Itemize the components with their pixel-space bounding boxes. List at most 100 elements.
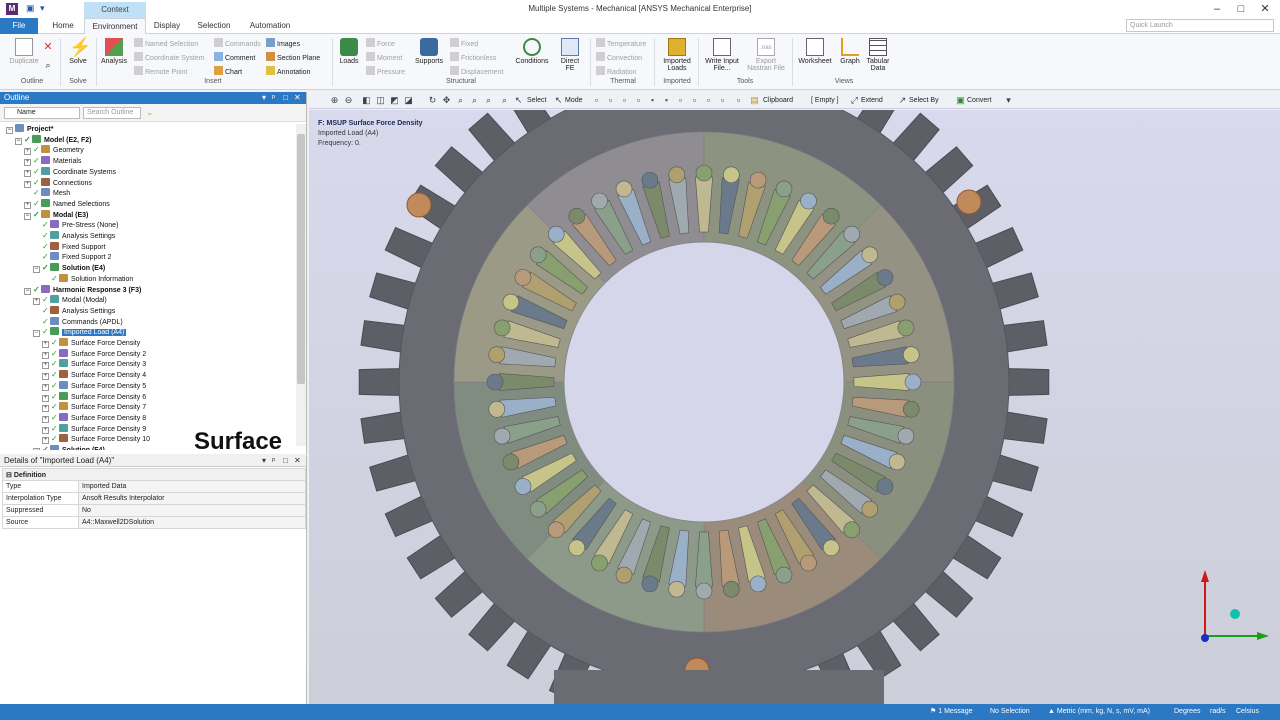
details-row[interactable]: Source A4::Maxwell2DSolution: [2, 516, 306, 529]
force-button[interactable]: Force: [366, 38, 395, 50]
temperature-units[interactable]: Celsius: [1236, 704, 1259, 720]
units-status[interactable]: ▲ Metric (mm, kg, N, s, mV, mA): [1048, 704, 1150, 720]
details-row[interactable]: Type Imported Data: [2, 480, 306, 493]
outline-scrollbar[interactable]: [296, 124, 306, 446]
motor-model[interactable]: [309, 110, 1280, 704]
pan-icon[interactable]: ✥: [441, 95, 452, 106]
tree-item[interactable]: + ✓ Surface Force Density 7: [42, 402, 146, 413]
filter-icon[interactable]: ⌄: [146, 107, 154, 118]
tree-item[interactable]: + ✓ Coordinate Systems: [24, 166, 116, 177]
tree-item[interactable]: + ✓ Surface Force Density 4: [42, 370, 146, 381]
rate-units[interactable]: rad/s: [1210, 704, 1226, 720]
scrollbar-thumb[interactable]: [297, 134, 305, 384]
tree-item[interactable]: − ✓ Harmonic Response 3 (F3): [24, 284, 141, 295]
search-outline-input[interactable]: Search Outline: [83, 107, 141, 119]
named-selection-button[interactable]: Named Selection: [134, 38, 198, 50]
tree-item[interactable]: + ✓ Geometry: [24, 145, 84, 156]
expand-toggle-icon[interactable]: −: [15, 137, 22, 145]
tree-item[interactable]: − ✓ Modal (E3): [24, 209, 88, 220]
tree-item[interactable]: ✓ Analysis Settings: [33, 305, 115, 316]
extend-icon[interactable]: ⤢: [849, 95, 860, 106]
fit-icon[interactable]: ⌕: [483, 95, 494, 106]
face-mesh-select-icon[interactable]: ▫: [675, 95, 686, 106]
tree-item[interactable]: + ✓ Surface Force Density 10: [42, 434, 150, 445]
select-by-icon[interactable]: ↗: [897, 95, 908, 106]
tree-item[interactable]: + ✓ Surface Force Density 2: [42, 348, 146, 359]
solve-button[interactable]: ⚡ Solve: [64, 38, 92, 65]
tree-item[interactable]: − ✓ Solution (E4): [33, 263, 105, 274]
triad-axes[interactable]: [1193, 566, 1273, 646]
tab-environment[interactable]: Environment: [84, 18, 146, 35]
element-face-select-icon[interactable]: ▫: [703, 95, 714, 106]
tree-item[interactable]: + ✓ Surface Force Density 8: [42, 412, 146, 423]
name-filter-select[interactable]: Name: [4, 107, 80, 119]
zoom-in-icon[interactable]: ⊕: [329, 95, 340, 106]
tab-selection[interactable]: Selection: [192, 18, 236, 34]
pan-view-icon[interactable]: ◪: [403, 95, 414, 106]
conditions-button[interactable]: Conditions: [512, 38, 552, 65]
tree-item[interactable]: + ✓ Connections: [24, 177, 92, 188]
element-edge-select-icon[interactable]: ▫: [717, 95, 728, 106]
select-button[interactable]: Select: [527, 95, 546, 106]
chevron-down-icon[interactable]: ▾: [1003, 95, 1014, 106]
expand-toggle-icon[interactable]: −: [6, 127, 13, 134]
tab-automation[interactable]: Automation: [244, 18, 296, 34]
pin-icon[interactable]: ᵖ: [272, 92, 275, 104]
details-row[interactable]: Interpolation Type Ansoft Results Interpo…: [2, 492, 306, 505]
select-by-dropdown[interactable]: Select By: [909, 95, 939, 106]
magnifier-icon[interactable]: ⌕: [499, 95, 510, 106]
expand-toggle-icon[interactable]: +: [42, 351, 49, 359]
select-arrow-icon[interactable]: ↖: [513, 95, 524, 106]
duplicate-button[interactable]: Duplicate: [6, 38, 42, 65]
element-select-icon[interactable]: ▪: [661, 95, 672, 106]
tree-item[interactable]: + ✓ Materials: [24, 156, 81, 167]
worksheet-button[interactable]: Worksheet: [796, 38, 834, 65]
convert-dropdown[interactable]: Convert: [967, 95, 992, 106]
details-category[interactable]: ⊟ Definition: [2, 468, 306, 481]
maximize-panel-icon[interactable]: □: [283, 455, 288, 467]
tree-item[interactable]: −✓Solution (F4): [33, 445, 105, 450]
maximize-button[interactable]: □: [1234, 2, 1248, 16]
expand-toggle-icon[interactable]: +: [42, 362, 49, 370]
zoom-icon[interactable]: ⌕: [455, 95, 466, 106]
coordinate-system-button[interactable]: Coordinate System: [134, 52, 205, 64]
section-plane-button[interactable]: Section Plane: [266, 52, 320, 64]
close-window-button[interactable]: ✕: [1258, 2, 1272, 16]
radiation-button[interactable]: Radiation: [596, 66, 637, 78]
angle-units[interactable]: Degrees: [1174, 704, 1200, 720]
convection-button[interactable]: Convection: [596, 52, 642, 64]
clipboard-icon[interactable]: ▤: [749, 95, 760, 106]
search-icon[interactable]: ⌕: [42, 60, 54, 71]
tabular-data-button[interactable]: Tabular Data: [864, 38, 892, 72]
direct-fe-button[interactable]: Direct FE: [556, 38, 584, 72]
frictionless-button[interactable]: Frictionless: [450, 52, 496, 64]
face-select-icon[interactable]: ▫: [619, 95, 630, 106]
expand-toggle-icon[interactable]: +: [24, 159, 31, 167]
expand-toggle-icon[interactable]: −: [33, 330, 40, 338]
analysis-button[interactable]: Analysis: [98, 38, 130, 65]
expand-toggle-icon[interactable]: +: [42, 426, 49, 434]
clipboard-dropdown[interactable]: Clipboard: [763, 95, 793, 106]
graphics-viewport[interactable]: F: MSUP Surface Force Density Imported L…: [309, 110, 1280, 704]
details-row[interactable]: Suppressed No: [2, 504, 306, 517]
mode-icon[interactable]: ↖: [553, 95, 564, 106]
imported-loads-button[interactable]: Imported Loads: [658, 38, 696, 72]
edge-select-icon[interactable]: ▫: [605, 95, 616, 106]
chevron-down-icon[interactable]: ▾: [262, 92, 266, 104]
tree-item[interactable]: ✓ Fixed Support 2: [33, 252, 111, 262]
rotate-view-icon[interactable]: ◩: [389, 95, 400, 106]
body-mesh-select-icon[interactable]: ▫: [689, 95, 700, 106]
zoom-out-icon[interactable]: ⊖: [343, 95, 354, 106]
expand-toggle-icon[interactable]: +: [42, 373, 49, 381]
tree-item[interactable]: + ✓ Surface Force Density: [42, 338, 140, 348]
tab-home[interactable]: Home: [44, 18, 82, 34]
expand-toggle-icon[interactable]: −: [33, 266, 40, 274]
tree-item[interactable]: + ✓ Modal (Modal): [33, 295, 107, 306]
look-at-icon[interactable]: ◫: [375, 95, 386, 106]
node-select-icon[interactable]: ▪: [647, 95, 658, 106]
tree-item[interactable]: + ✓ Surface Force Density 9: [42, 423, 146, 434]
annotation-button[interactable]: Annotation: [266, 66, 310, 78]
comment-button[interactable]: Comment: [214, 52, 255, 64]
iso-view-icon[interactable]: ◧: [361, 95, 372, 106]
tree-item[interactable]: ✓ Mesh: [24, 188, 70, 198]
